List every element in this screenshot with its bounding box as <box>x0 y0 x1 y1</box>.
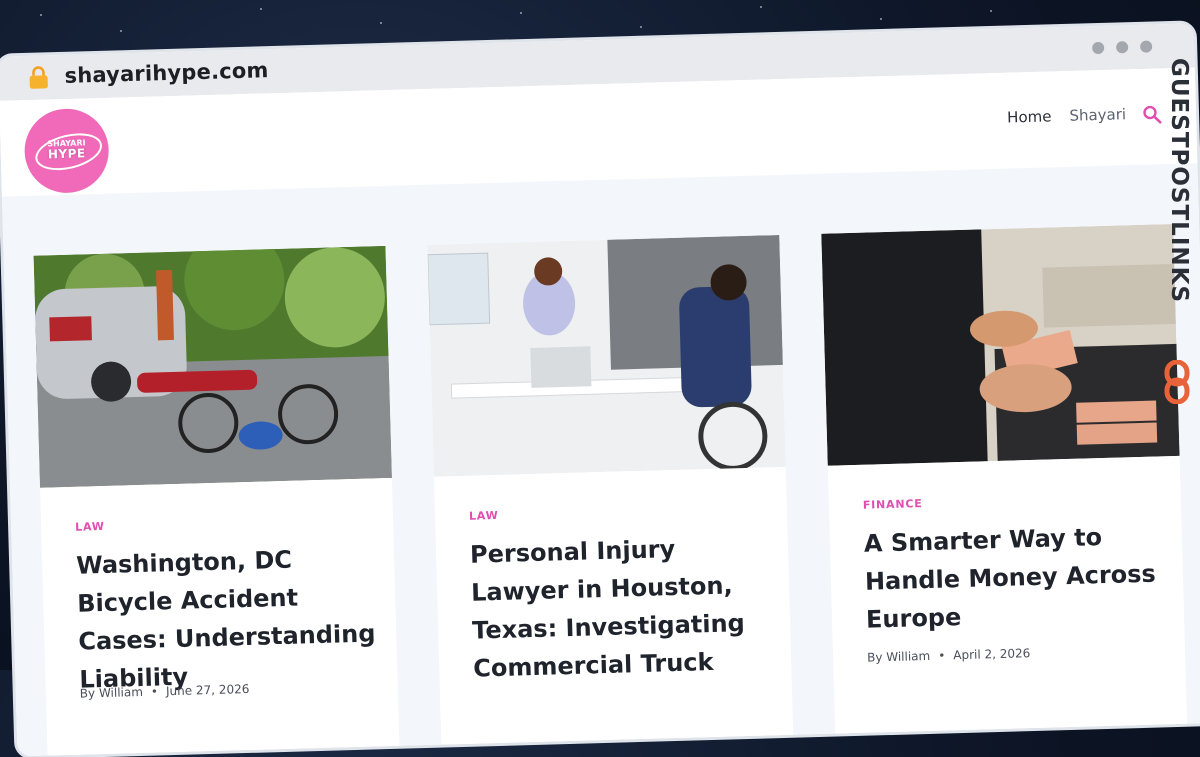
post-card[interactable]: LAW Personal Injury Lawyer in Houston, T… <box>427 234 794 757</box>
post-card[interactable]: LAW Washington, DC Bicycle Accident Case… <box>33 245 400 757</box>
post-category[interactable]: LAW <box>469 509 499 523</box>
nav-home-link[interactable]: Home <box>1007 107 1052 126</box>
watermark-text: GUESTPOSTLINKS <box>1166 58 1192 304</box>
post-category[interactable]: FINANCE <box>863 497 923 512</box>
logo-text: HYPE <box>47 146 86 162</box>
post-title[interactable]: Washington, DC Bicycle Accident Cases: U… <box>76 538 380 698</box>
post-card[interactable]: FINANCE A Smarter Way to Handle Money Ac… <box>821 223 1188 754</box>
window-controls <box>1092 40 1153 55</box>
post-author[interactable]: By William <box>867 649 931 665</box>
browser-window: shayarihype.com SHAYARI HYPE Home Shayar… <box>0 23 1200 757</box>
post-image-cyclist-accident[interactable] <box>33 245 392 488</box>
byline-separator: • <box>150 684 159 699</box>
window-dot-icon[interactable] <box>1116 41 1129 54</box>
post-image-euro-cash-register[interactable] <box>821 223 1180 466</box>
post-date: April 2, 2026 <box>953 646 1031 663</box>
post-date: June 27, 2026 <box>165 681 250 699</box>
main-nav: Home Shayari <box>1007 105 1126 126</box>
post-grid: LAW Washington, DC Bicycle Accident Case… <box>1 163 1200 757</box>
post-image-lawyer-office[interactable] <box>427 234 786 477</box>
post-author[interactable]: By William <box>80 685 144 701</box>
link-chain-icon <box>1164 360 1190 404</box>
nav-shayari-link[interactable]: Shayari <box>1069 105 1126 125</box>
window-dot-icon[interactable] <box>1092 41 1105 55</box>
post-category[interactable]: LAW <box>75 520 105 534</box>
post-byline: By William • April 2, 2026 <box>867 646 1031 665</box>
post-title[interactable]: Personal Injury Lawyer in Houston, Texas… <box>470 527 774 687</box>
guestpostlinks-watermark: GUESTPOSTLINKS <box>1158 58 1198 404</box>
post-title[interactable]: A Smarter Way to Handle Money Across Eur… <box>863 516 1166 638</box>
site-logo[interactable]: SHAYARI HYPE <box>23 107 110 194</box>
byline-separator: • <box>938 648 946 663</box>
window-dot-icon[interactable] <box>1139 40 1153 53</box>
lock-icon <box>29 66 48 89</box>
url-text[interactable]: shayarihype.com <box>64 58 269 88</box>
tilted-screenshot: shayarihype.com SHAYARI HYPE Home Shayar… <box>0 0 1200 757</box>
